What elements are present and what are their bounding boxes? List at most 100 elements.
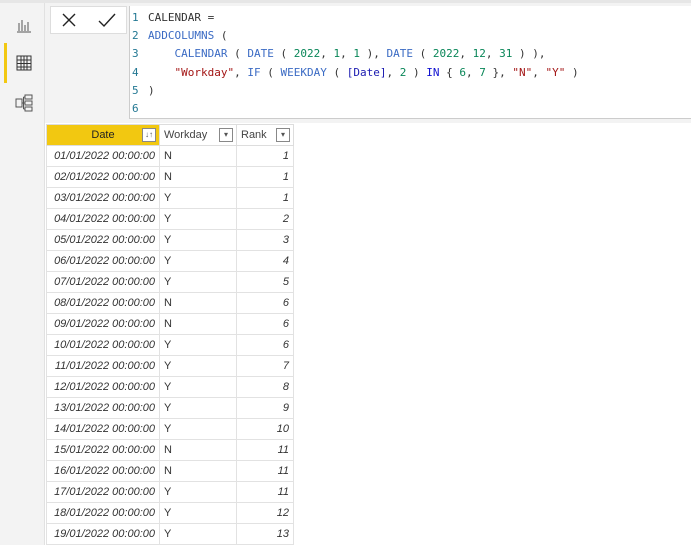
code-token: , xyxy=(234,65,248,79)
column-header-date[interactable]: Date ↓↑ xyxy=(46,124,160,146)
rank-cell: 4 xyxy=(236,250,294,272)
workday-cell: Y xyxy=(159,502,237,524)
workday-cell: Y xyxy=(159,250,237,272)
code-token: 31 xyxy=(499,47,513,61)
workday-cell: Y xyxy=(159,187,237,209)
rank-cell: 11 xyxy=(236,439,294,461)
rank-cell: 1 xyxy=(236,166,294,188)
code-token: CALENDAR = xyxy=(148,11,215,24)
table-row: 14/01/2022 00:00:00 Y 10 xyxy=(46,418,294,440)
commit-check-icon[interactable] xyxy=(98,12,116,28)
workday-cell: Y xyxy=(159,523,237,545)
code-token: , xyxy=(532,65,546,79)
table-row: 17/01/2022 00:00:00 Y 11 xyxy=(46,481,294,503)
table-row: 15/01/2022 00:00:00 N 11 xyxy=(46,439,294,461)
rank-cell: 8 xyxy=(236,376,294,398)
table-row: 19/01/2022 00:00:00 Y 13 xyxy=(46,523,294,545)
workday-cell: Y xyxy=(159,208,237,230)
date-cell: 08/01/2022 00:00:00 xyxy=(46,292,160,314)
table-row: 12/01/2022 00:00:00 Y 8 xyxy=(46,376,294,398)
code-token: , xyxy=(465,65,480,79)
table-row: 08/01/2022 00:00:00 N 6 xyxy=(46,292,294,314)
code-token: WEEKDAY xyxy=(280,65,327,79)
date-cell: 14/01/2022 00:00:00 xyxy=(46,418,160,440)
rank-cell: 11 xyxy=(236,460,294,482)
column-header-workday[interactable]: Workday ▾ xyxy=(159,124,237,146)
rank-cell: 10 xyxy=(236,418,294,440)
table-row: 05/01/2022 00:00:00 Y 3 xyxy=(46,229,294,251)
date-cell: 03/01/2022 00:00:00 xyxy=(46,187,160,209)
code-token: ) xyxy=(148,83,155,97)
workday-cell: Y xyxy=(159,418,237,440)
code-token: 1 xyxy=(353,47,360,61)
line-number: 6 xyxy=(132,102,139,115)
code-token: ADDCOLUMNS xyxy=(148,29,215,43)
workday-cell: N xyxy=(159,313,237,335)
code-token: ), xyxy=(359,47,387,61)
code-token: 2022 xyxy=(293,47,321,61)
code-token: { xyxy=(439,65,460,79)
code-token: 6 xyxy=(459,65,466,79)
rank-cell: 6 xyxy=(236,334,294,356)
code-token: , xyxy=(340,47,354,61)
date-cell: 05/01/2022 00:00:00 xyxy=(46,229,160,251)
code-token: IF xyxy=(247,65,261,79)
table-row: 04/01/2022 00:00:00 Y 2 xyxy=(46,208,294,230)
dropdown-icon[interactable]: ▾ xyxy=(276,128,290,142)
date-cell: 06/01/2022 00:00:00 xyxy=(46,250,160,272)
code-token: ( xyxy=(227,47,248,61)
date-cell: 11/01/2022 00:00:00 xyxy=(46,355,160,377)
rank-cell: 1 xyxy=(236,187,294,209)
code-token: "Y" xyxy=(545,65,566,79)
line-number: 3 xyxy=(132,47,139,61)
date-cell: 19/01/2022 00:00:00 xyxy=(46,523,160,545)
code-token: , xyxy=(459,47,473,61)
workday-cell: Y xyxy=(159,397,237,419)
table-row: 07/01/2022 00:00:00 Y 5 xyxy=(46,271,294,293)
column-header-rank[interactable]: Rank ▾ xyxy=(236,124,294,146)
code-token: ) xyxy=(565,65,579,79)
workday-cell: N xyxy=(159,292,237,314)
code-token: }, xyxy=(485,65,513,79)
date-cell: 01/01/2022 00:00:00 xyxy=(46,145,160,167)
code-line: CALENDAR ( DATE ( 2022, 1, 1 ), DATE ( 2… xyxy=(148,47,546,61)
code-token: DATE xyxy=(386,47,413,61)
workday-cell: Y xyxy=(159,334,237,356)
code-token: , xyxy=(485,47,500,61)
code-token: DATE xyxy=(247,47,274,61)
formula-editor[interactable]: 1 CALENDAR = 2 ADDCOLUMNS (3 CALENDAR ( DAT… xyxy=(129,6,691,119)
workday-cell: Y xyxy=(159,271,237,293)
code-token: ( xyxy=(412,47,433,61)
code-token: , xyxy=(386,65,400,79)
table-row: 06/01/2022 00:00:00 Y 4 xyxy=(46,250,294,272)
model-view-button[interactable] xyxy=(4,83,44,123)
model-icon xyxy=(15,94,33,112)
date-cell: 12/01/2022 00:00:00 xyxy=(46,376,160,398)
sidebar xyxy=(0,3,45,545)
date-cell: 02/01/2022 00:00:00 xyxy=(46,166,160,188)
sort-ascending-icon[interactable]: ↓↑ xyxy=(142,128,156,142)
report-view-button[interactable] xyxy=(4,5,44,45)
code-line: CALENDAR = xyxy=(148,11,214,24)
workday-cell: Y xyxy=(159,481,237,503)
date-cell: 17/01/2022 00:00:00 xyxy=(46,481,160,503)
rank-cell: 5 xyxy=(236,271,294,293)
rank-cell: 2 xyxy=(236,208,294,230)
data-table: Date ↓↑ Workday ▾ Rank ▾ 01/01/2022 00:00:0… xyxy=(46,124,294,545)
workday-cell: N xyxy=(159,439,237,461)
workday-cell: Y xyxy=(159,229,237,251)
dropdown-icon[interactable]: ▾ xyxy=(219,128,233,142)
rank-cell: 6 xyxy=(236,313,294,335)
cancel-icon[interactable] xyxy=(61,12,77,28)
data-view-button[interactable] xyxy=(4,43,44,83)
formula-actions xyxy=(50,6,127,34)
code-token: ) xyxy=(406,65,427,79)
date-cell: 18/01/2022 00:00:00 xyxy=(46,502,160,524)
code-token: 2022 xyxy=(432,47,460,61)
rank-cell: 7 xyxy=(236,355,294,377)
rank-cell: 9 xyxy=(236,397,294,419)
date-cell: 13/01/2022 00:00:00 xyxy=(46,397,160,419)
code-token: ( xyxy=(260,65,281,79)
